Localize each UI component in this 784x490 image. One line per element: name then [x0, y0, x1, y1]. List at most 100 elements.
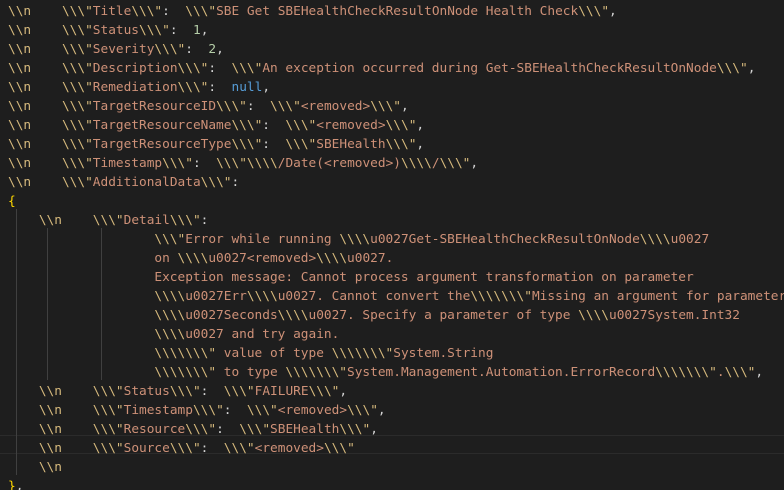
code-token: : — [208, 61, 232, 76]
code-token: SBE Get SBEHealthCheckResultOnNode Healt… — [216, 4, 579, 19]
code-token: \\\" — [231, 118, 263, 133]
code-token: \\n — [38, 384, 62, 399]
code-editor[interactable]: \\n \\\"Title\\\": \\\"SBE Get SBEHealth… — [0, 0, 784, 490]
code-line: \\\\u0027 and try again. — [8, 325, 339, 344]
code-token: \\\\\\\" — [470, 289, 532, 304]
code-line: \\\\\\\" value of type \\\\\\\"System.St… — [8, 344, 493, 363]
code-token: TargetResourceName — [92, 118, 232, 133]
code-token: \\\" — [308, 384, 340, 399]
code-token: \\\\ — [401, 156, 432, 171]
code-token: \\n — [38, 460, 62, 475]
code-token: \\\" — [61, 4, 93, 19]
code-token: Resource — [123, 422, 186, 437]
code-token: \\\" — [61, 23, 93, 38]
code-token: , — [401, 99, 409, 114]
code-token: Severity — [92, 42, 155, 57]
code-token: \\\" — [92, 441, 124, 456]
code-token: : — [246, 99, 271, 114]
code-token: \\\" — [231, 137, 263, 152]
code-line: \\n — [8, 458, 62, 477]
code-token: , — [15, 479, 24, 490]
code-token: \\\" — [177, 61, 209, 76]
code-line: \\\\u0027Seconds\\\\u0027. Specify a par… — [8, 306, 740, 325]
code-token: , — [416, 137, 425, 152]
code-token: Status — [92, 23, 140, 38]
code-token: \\\\\\\" — [655, 365, 717, 380]
code-token: : — [208, 80, 232, 95]
code-token: u0027Seconds — [185, 308, 278, 323]
code-token: \\n — [8, 4, 32, 19]
code-token: \\\" — [200, 175, 232, 190]
code-token: \\\" — [716, 61, 748, 76]
code-token: : — [192, 156, 217, 171]
code-token: \\n — [38, 422, 62, 437]
code-token: <removed> — [316, 118, 386, 133]
code-token: \\\\ — [154, 327, 186, 342]
code-token: \\\\ — [339, 232, 371, 247]
code-token: Remediation — [92, 80, 178, 95]
code-token: \\n — [8, 61, 32, 76]
code-token: u0027. Specify a parameter of type — [308, 308, 579, 323]
code-line: \\\\u0027Err\\\\u0027. Cannot convert th… — [8, 287, 784, 306]
code-token: TargetResourceID — [92, 99, 217, 114]
code-token: } — [8, 479, 16, 490]
code-token: : — [216, 422, 240, 437]
code-token: \\\\ — [246, 156, 278, 171]
code-token: : — [223, 403, 247, 418]
code-token: Exception message: Cannot process argume… — [154, 270, 694, 285]
code-token: \\\" — [370, 99, 402, 114]
code-line: }, — [8, 477, 23, 490]
code-line: on \\\\u0027<removed>\\\\u0027. — [8, 249, 393, 268]
code-token: u0027<removed> — [208, 251, 317, 266]
code-token: , — [339, 384, 348, 399]
code-token: : — [162, 4, 186, 19]
code-token: Description — [92, 61, 178, 76]
code-token: : — [200, 441, 224, 456]
code-token: \\\\ — [154, 308, 186, 323]
code-token: : — [200, 384, 224, 399]
code-token: \\\" — [216, 156, 247, 171]
code-token: 2 — [208, 42, 217, 57]
code-token: \\n — [8, 42, 32, 57]
code-token: \\\" — [192, 403, 224, 418]
code-token: , — [416, 118, 425, 133]
code-token: \\\" — [216, 99, 247, 114]
code-line: { — [8, 192, 16, 211]
code-token: , — [200, 23, 209, 38]
code-token: \\\" — [61, 80, 93, 95]
code-token: \\\" — [92, 213, 124, 228]
code-token: \\\\ — [639, 232, 671, 247]
code-token: \\\" — [231, 61, 263, 76]
code-token: \\\" — [339, 422, 371, 437]
code-token: \\\" — [61, 42, 93, 57]
code-token: \\n — [8, 99, 32, 114]
code-token: : — [262, 137, 286, 152]
code-token: \\\" — [223, 441, 255, 456]
code-token: \\\" — [270, 99, 301, 114]
code-token: /Date(<removed>) — [277, 156, 402, 171]
code-token: Timestamp — [92, 156, 163, 171]
code-token: : — [231, 175, 240, 190]
code-line: \\n \\\"TargetResourceName\\\": \\\"<rem… — [8, 116, 424, 135]
code-token: \\\" — [162, 156, 193, 171]
code-token: , — [609, 4, 617, 19]
code-line: Exception message: Cannot process argume… — [8, 268, 694, 287]
code-line: \\n \\\"Detail\\\": — [8, 211, 209, 230]
code-token: u0027System.Int32 — [608, 308, 740, 323]
code-token: u0027Err — [185, 289, 247, 304]
